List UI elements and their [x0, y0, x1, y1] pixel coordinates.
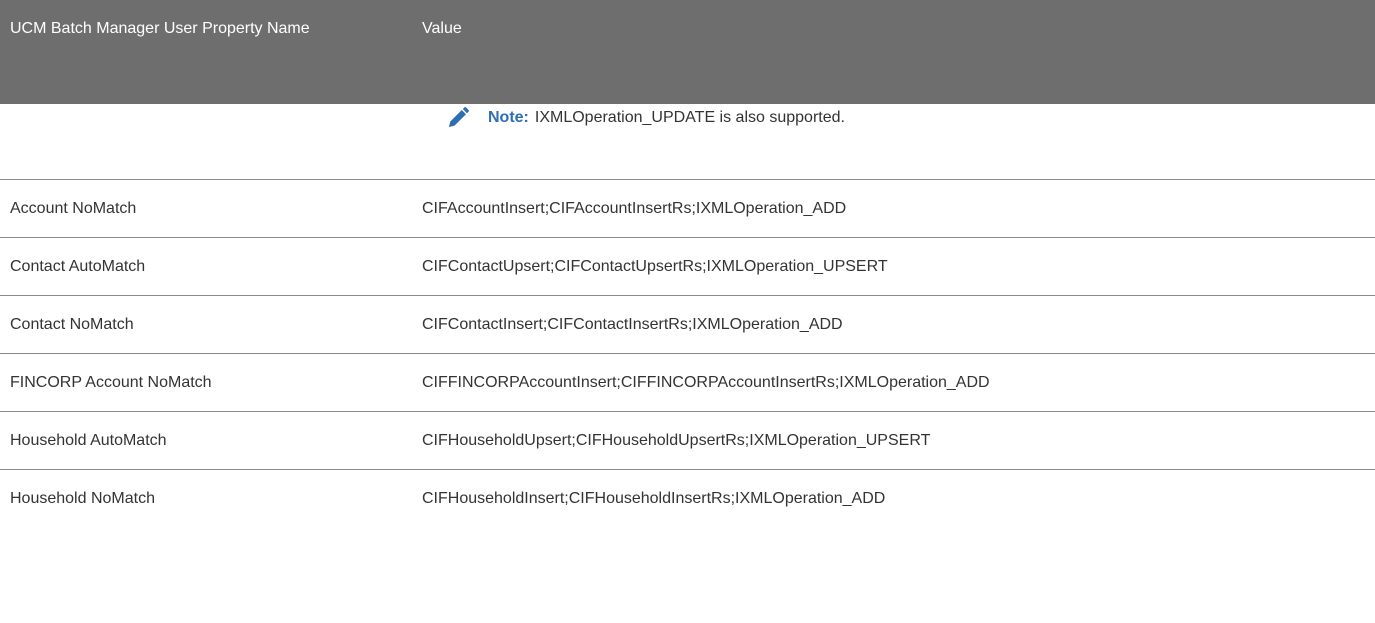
table-row: FINCORP Account NoMatch CIFFINCORPAccoun… [0, 354, 1375, 412]
table-row: Household AutoMatch CIFHouseholdUpsert;C… [0, 412, 1375, 470]
table-header: UCM Batch Manager User Property Name Val… [0, 0, 1375, 104]
header-value: Value [422, 20, 462, 37]
pencil-icon [446, 106, 470, 130]
property-name-cell: Account NoMatch [10, 199, 137, 217]
table-row: Contact NoMatch CIFContactInsert;CIFCont… [0, 296, 1375, 354]
property-name-cell: Contact NoMatch [10, 315, 134, 333]
value-cell: CIFContactInsert;CIFContactInsertRs;IXML… [422, 315, 843, 333]
value-cell: CIFHouseholdUpsert;CIFHouseholdUpsertRs;… [422, 431, 931, 449]
property-name-cell: Contact AutoMatch [10, 257, 146, 275]
table-body: Account NoMatch CIFAccountInsert;CIFAcco… [0, 179, 1375, 528]
property-name-cell: Household NoMatch [10, 490, 155, 507]
table-row: Contact AutoMatch CIFContactUpsert;CIFCo… [0, 238, 1375, 296]
table-row: Account NoMatch CIFAccountInsert;CIFAcco… [0, 180, 1375, 238]
value-cell: CIFAccountInsert;CIFAccountInsertRs;IXML… [422, 199, 847, 217]
table-row: Household NoMatch CIFHouseholdInsert;CIF… [0, 470, 1375, 528]
header-property-name: UCM Batch Manager User Property Name [0, 0, 422, 104]
property-name-cell: Household AutoMatch [10, 431, 167, 449]
note-label: Note: [488, 109, 529, 126]
note-row: Note: IXMLOperation_UPDATE is also suppo… [0, 104, 1375, 179]
value-cell: CIFContactUpsert;CIFContactUpsertRs;IXML… [422, 257, 888, 275]
property-table: UCM Batch Manager User Property Name Val… [0, 0, 1375, 528]
note-text: IXMLOperation_UPDATE is also supported. [534, 109, 845, 126]
note: Note: IXMLOperation_UPDATE is also suppo… [446, 106, 845, 130]
value-cell: CIFHouseholdInsert;CIFHouseholdInsertRs;… [422, 490, 886, 507]
property-name-cell: FINCORP Account NoMatch [10, 373, 212, 391]
value-cell: CIFFINCORPAccountInsert;CIFFINCORPAccoun… [422, 373, 990, 391]
header-property-name-label: UCM Batch Manager User Property Name [10, 20, 310, 37]
